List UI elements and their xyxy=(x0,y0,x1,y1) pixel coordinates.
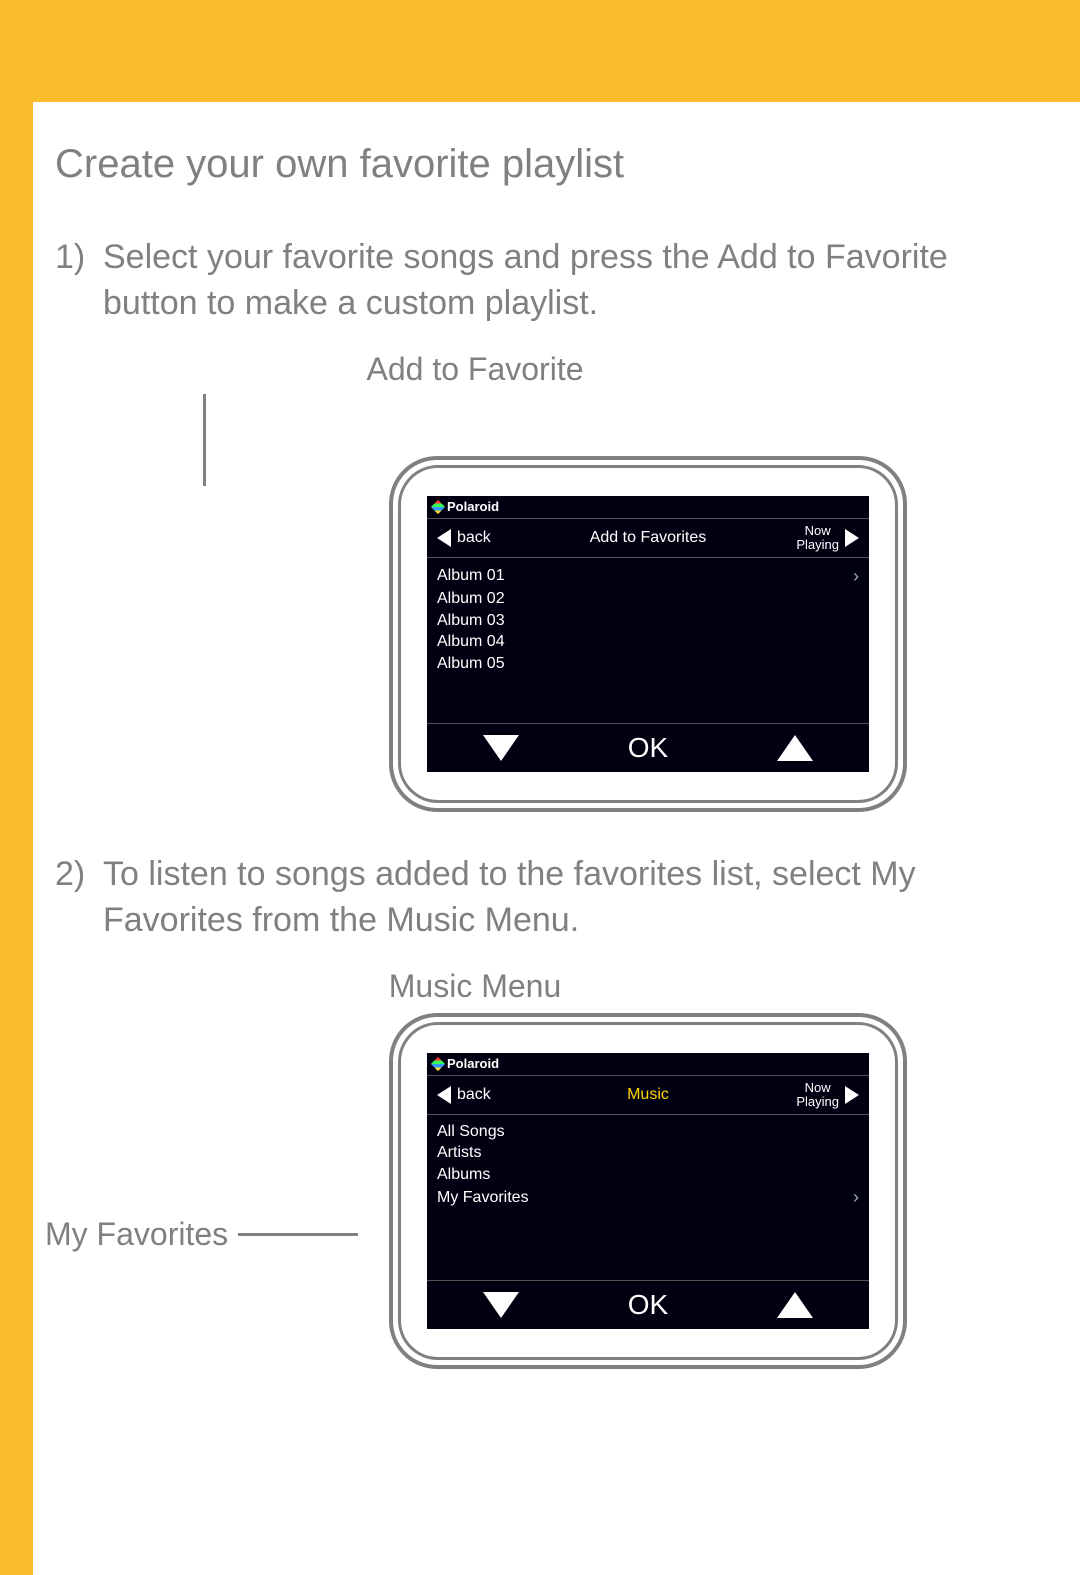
page: Create your own favorite playlist 1) Sel… xyxy=(0,0,1080,1575)
chevron-right-icon: › xyxy=(853,564,859,588)
device-screen-add-favorites: Polaroid back Add to Favorites Now Playi… xyxy=(427,496,869,772)
list-item[interactable]: Album 02 xyxy=(437,588,859,610)
back-button[interactable]: back xyxy=(437,529,561,547)
now-playing-label: Now Playing xyxy=(796,524,839,551)
nav-up-button[interactable] xyxy=(777,1292,813,1318)
step-2-text: To listen to songs added to the favorite… xyxy=(103,852,1030,944)
list-item[interactable]: Albums xyxy=(437,1164,859,1186)
screen-title-add-favorites: Add to Favorites xyxy=(561,529,735,547)
document-content: Create your own favorite playlist 1) Sel… xyxy=(33,102,1080,1388)
screen-nav-row: back Music Now Playing xyxy=(427,1076,869,1115)
device-frame-1: Polaroid back Add to Favorites Now Playi… xyxy=(366,456,930,812)
polaroid-logo-icon xyxy=(431,1056,445,1070)
device-frame-2: Polaroid back Music Now Playing xyxy=(366,1013,930,1369)
step-1-text: Select your favorite songs and press the… xyxy=(103,235,1030,327)
nav-down-button[interactable] xyxy=(483,735,519,761)
back-arrow-left-icon xyxy=(437,1086,451,1104)
screen-bottom-nav: OK xyxy=(427,1280,869,1329)
pointer-line-to-add-favorite xyxy=(203,394,206,486)
screen-brand-row: Polaroid xyxy=(427,1053,869,1076)
ok-button[interactable]: OK xyxy=(628,1289,668,1321)
album-list: Album 01 › Album 02 Album 03 Album 04 Al… xyxy=(427,558,869,675)
brand-label: Polaroid xyxy=(447,1056,499,1071)
screen-brand-row: Polaroid xyxy=(427,496,869,519)
back-label: back xyxy=(457,529,491,547)
now-playing-arrow-right-icon xyxy=(845,529,859,547)
device-outer-bezel: Polaroid back Add to Favorites Now Playi… xyxy=(389,456,907,812)
page-title: Create your own favorite playlist xyxy=(55,142,1030,187)
polaroid-logo-icon xyxy=(431,500,445,514)
list-item[interactable]: Album 04 xyxy=(437,631,859,653)
now-playing-label: Now Playing xyxy=(796,1081,839,1108)
list-item-label: Albums xyxy=(437,1166,490,1183)
device-inner-bezel: Polaroid back Music Now Playing xyxy=(398,1022,898,1360)
list-item-label: Album 03 xyxy=(437,612,505,629)
pointer-line-to-my-favorites xyxy=(238,1233,358,1236)
list-item[interactable]: Album 03 xyxy=(437,610,859,632)
screen-nav-row: back Add to Favorites Now Playing xyxy=(427,519,869,558)
list-item[interactable]: Album 01 › xyxy=(437,564,859,588)
list-item-label: Artists xyxy=(437,1144,481,1161)
list-item-label: All Songs xyxy=(437,1123,505,1140)
chevron-right-icon: › xyxy=(853,1185,859,1209)
step-2: 2) To listen to songs added to the favor… xyxy=(55,852,1030,944)
back-arrow-left-icon xyxy=(437,529,451,547)
list-item-label: Album 02 xyxy=(437,590,505,607)
list-item-label: Album 05 xyxy=(437,655,505,672)
figure-1-section: Add to Favorite Polaroid xyxy=(55,351,1030,812)
back-button[interactable]: back xyxy=(437,1086,561,1104)
header-color-bar xyxy=(0,0,1080,102)
list-item-label: Album 04 xyxy=(437,633,505,650)
figure-2-section: Music Menu My Favorites Polaroid xyxy=(55,968,1030,1388)
list-item-label: Album 01 xyxy=(437,565,505,587)
music-menu-list: All Songs Artists Albums My Favorites › xyxy=(427,1115,869,1210)
screen-bottom-nav: OK xyxy=(427,723,869,772)
list-item[interactable]: Artists xyxy=(437,1142,859,1164)
callout-music-menu: Music Menu xyxy=(325,968,625,1005)
step-2-number: 2) xyxy=(55,852,103,944)
side-color-bar xyxy=(0,102,33,1575)
step-1: 1) Select your favorite songs and press … xyxy=(55,235,1030,327)
list-item-my-favorites[interactable]: My Favorites › xyxy=(437,1185,859,1209)
list-item[interactable]: Album 05 xyxy=(437,653,859,675)
callout-add-to-favorite: Add to Favorite xyxy=(325,351,625,388)
nav-down-button[interactable] xyxy=(483,1292,519,1318)
nav-up-button[interactable] xyxy=(777,735,813,761)
back-label: back xyxy=(457,1086,491,1104)
callout-my-favorites: My Favorites xyxy=(45,1216,358,1253)
now-playing-button[interactable]: Now Playing xyxy=(735,1081,859,1108)
ok-button[interactable]: OK xyxy=(628,732,668,764)
screen-title-music: Music xyxy=(561,1086,735,1104)
callout-my-favorites-label: My Favorites xyxy=(45,1216,228,1253)
list-item-label: My Favorites xyxy=(437,1187,529,1209)
device-screen-music-menu: Polaroid back Music Now Playing xyxy=(427,1053,869,1329)
now-playing-button[interactable]: Now Playing xyxy=(735,524,859,551)
device-inner-bezel: Polaroid back Add to Favorites Now Playi… xyxy=(398,465,898,803)
list-item[interactable]: All Songs xyxy=(437,1121,859,1143)
now-playing-arrow-right-icon xyxy=(845,1086,859,1104)
brand-label: Polaroid xyxy=(447,499,499,514)
device-outer-bezel: Polaroid back Music Now Playing xyxy=(389,1013,907,1369)
step-1-number: 1) xyxy=(55,235,103,327)
